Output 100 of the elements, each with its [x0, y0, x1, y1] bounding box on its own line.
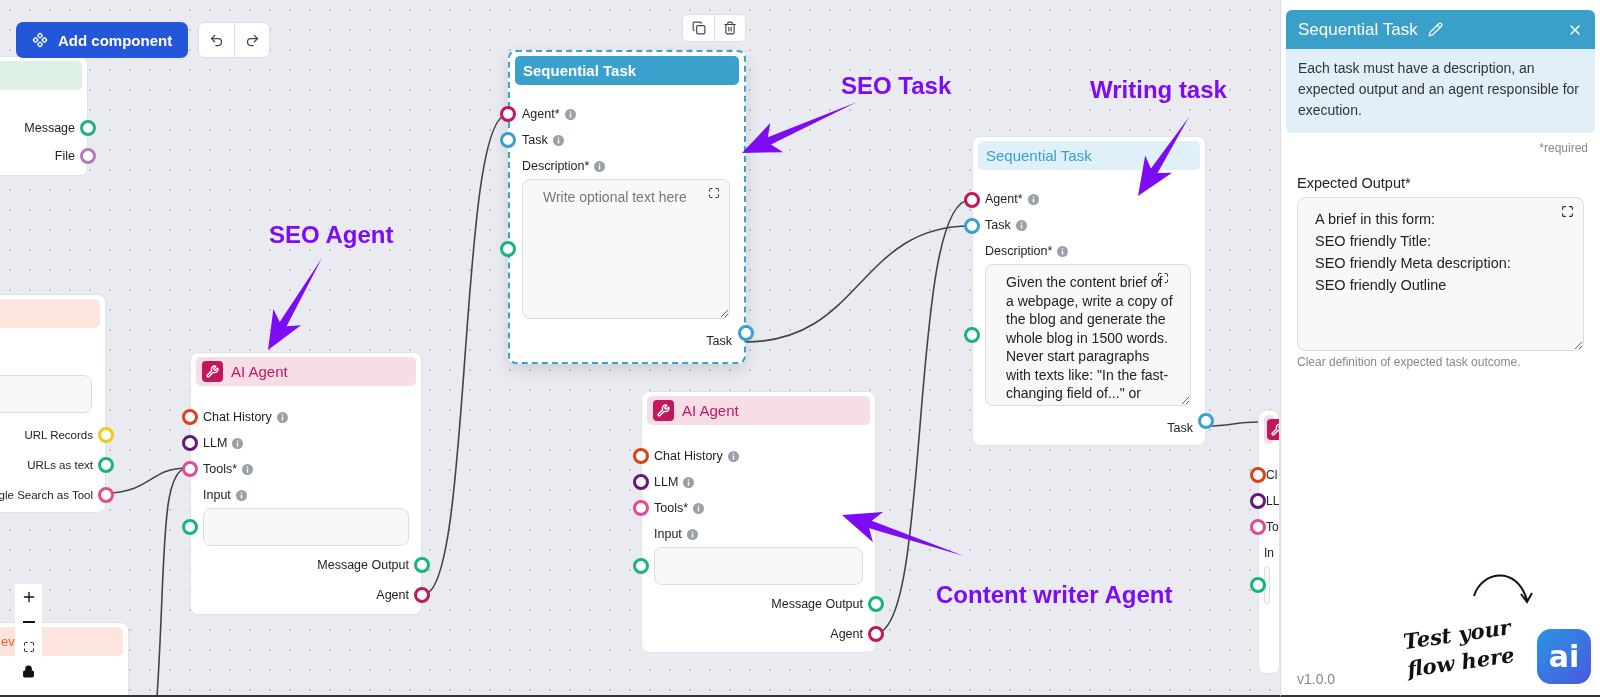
corners-icon: [22, 640, 35, 653]
node-title: Sequential Task: [986, 147, 1092, 164]
port-label: In: [1264, 546, 1274, 560]
description-field[interactable]: Given the content brief of a webpage, write a copy of the blog and generate the whole blog in 1500 words. Never start paragraphs with texts like: "In the fast-changing field of..." or: [985, 264, 1191, 406]
annotation-text: Content writer Agent: [936, 581, 1173, 609]
port-handle[interactable]: [500, 132, 516, 148]
port-label: Tools*: [203, 462, 238, 476]
port-handle[interactable]: [500, 106, 516, 122]
panel-title: Sequential Task: [1298, 19, 1418, 40]
port-handle[interactable]: [80, 120, 96, 136]
port-label: Task: [1167, 421, 1193, 435]
port-label: Input: [203, 488, 231, 502]
port-label: Agent*: [985, 192, 1023, 206]
wrench-icon: [653, 400, 674, 421]
port-label: Agent: [830, 627, 863, 641]
port-handle[interactable]: [500, 241, 516, 257]
expand-icon[interactable]: [708, 187, 720, 199]
edit-icon[interactable]: [1427, 22, 1443, 37]
port-label: Message Output: [771, 597, 863, 611]
redo-button[interactable]: [234, 23, 270, 57]
trash-icon: [723, 21, 737, 35]
undo-icon: [209, 32, 225, 48]
annotation-text: SEO Agent: [269, 221, 394, 249]
port-handle[interactable]: [1250, 493, 1266, 509]
port-label: LLM: [654, 475, 679, 489]
port-label: URLs as text: [27, 459, 93, 471]
port-label: File: [54, 149, 75, 163]
port-handle[interactable]: [414, 557, 430, 573]
port-handle[interactable]: [182, 435, 198, 451]
input-field[interactable]: [654, 547, 863, 585]
port-handle[interactable]: [182, 519, 198, 535]
handwritten-hint: Test your flow here: [1401, 613, 1517, 684]
annotation-text: Writing task: [1090, 76, 1227, 104]
port-handle[interactable]: [738, 325, 754, 341]
port-handle[interactable]: [80, 148, 96, 164]
node-title: ev: [1, 634, 15, 649]
port-handle[interactable]: [1198, 413, 1214, 429]
port-handle[interactable]: [98, 487, 114, 503]
diamonds-icon: [32, 32, 48, 48]
port-handle[interactable]: [868, 626, 884, 642]
port-label: Task: [706, 334, 732, 348]
port-label: Message Output: [317, 558, 409, 572]
port-handle[interactable]: [633, 558, 649, 574]
port-handle[interactable]: [633, 500, 649, 516]
port-handle[interactable]: [98, 457, 114, 473]
port-label: Task: [985, 218, 1011, 232]
annotation-text: SEO Task: [841, 72, 952, 100]
input-field[interactable]: [203, 508, 409, 546]
port-label: Agent: [376, 588, 409, 602]
port-handle[interactable]: [964, 327, 980, 343]
minus-icon: [22, 620, 35, 623]
add-component-button[interactable]: Add component: [16, 22, 189, 58]
port-handle[interactable]: [414, 587, 430, 603]
port-handle[interactable]: [1250, 577, 1266, 593]
port-handle[interactable]: [964, 218, 980, 234]
agent-node[interactable]: Cl LL To In: [1258, 410, 1280, 674]
info-icon: [594, 160, 606, 172]
node-title: Sequential Task: [523, 62, 637, 79]
port-label: LL: [1266, 494, 1279, 508]
port-label: Agent*: [522, 107, 560, 121]
port-label: Input: [654, 527, 682, 541]
task-node[interactable]: [972, 136, 1206, 446]
node-card[interactable]: Message File: [0, 56, 88, 176]
version-label: v1.0.0: [1297, 671, 1337, 687]
port-handle[interactable]: [1250, 467, 1266, 483]
description-field[interactable]: Write optional text here: [522, 179, 730, 319]
port-label: Description*: [522, 159, 590, 173]
port-handle[interactable]: [633, 448, 649, 464]
chat-button[interactable]: ai: [1537, 629, 1591, 684]
port-label: Tools*: [654, 501, 689, 515]
node-title: AI Agent: [682, 402, 739, 419]
port-handle[interactable]: [964, 192, 980, 208]
input-field[interactable]: [1264, 566, 1270, 604]
expand-icon[interactable]: [1561, 205, 1574, 218]
expected-output-field[interactable]: A brief in this form: SEO friendly Title: SEO friendly Meta description: SEO friendly Outline: [1297, 197, 1584, 351]
required-note: *required: [1538, 141, 1588, 155]
node-title: AI Agent: [231, 363, 288, 380]
port-handle[interactable]: [868, 596, 884, 612]
port-label: Task: [522, 133, 548, 147]
port-handle[interactable]: [182, 409, 198, 425]
field-label: Expected Output*: [1297, 175, 1412, 191]
agent-node[interactable]: AI Agent Chat History LLM Tools* Input Message Output Agent: [641, 391, 876, 653]
port-label: Description*: [985, 244, 1053, 258]
port-label: To: [1266, 520, 1279, 534]
port-handle[interactable]: [633, 474, 649, 490]
port-label: URL Records: [24, 429, 93, 441]
delete-button[interactable]: [714, 15, 745, 41]
lock-icon: [22, 665, 35, 678]
port-label: LLM: [203, 436, 228, 450]
input-field[interactable]: [0, 375, 92, 413]
redo-icon: [244, 32, 260, 48]
port-label: Cl: [1266, 468, 1278, 482]
wrench-icon: [202, 361, 223, 382]
port-label: Chat History: [203, 410, 272, 424]
info-icon: [1057, 245, 1069, 257]
port-handle[interactable]: [1250, 519, 1266, 535]
agent-node[interactable]: AI Agent Chat History LLM Tools* Input Message Output Agent: [190, 352, 422, 615]
info-text: Each task must have a description, an expected output and an agent responsible for execution.: [1286, 49, 1595, 133]
port-handle[interactable]: [182, 461, 198, 477]
field-help: Clear definition of expected task outcome.: [1297, 355, 1522, 369]
